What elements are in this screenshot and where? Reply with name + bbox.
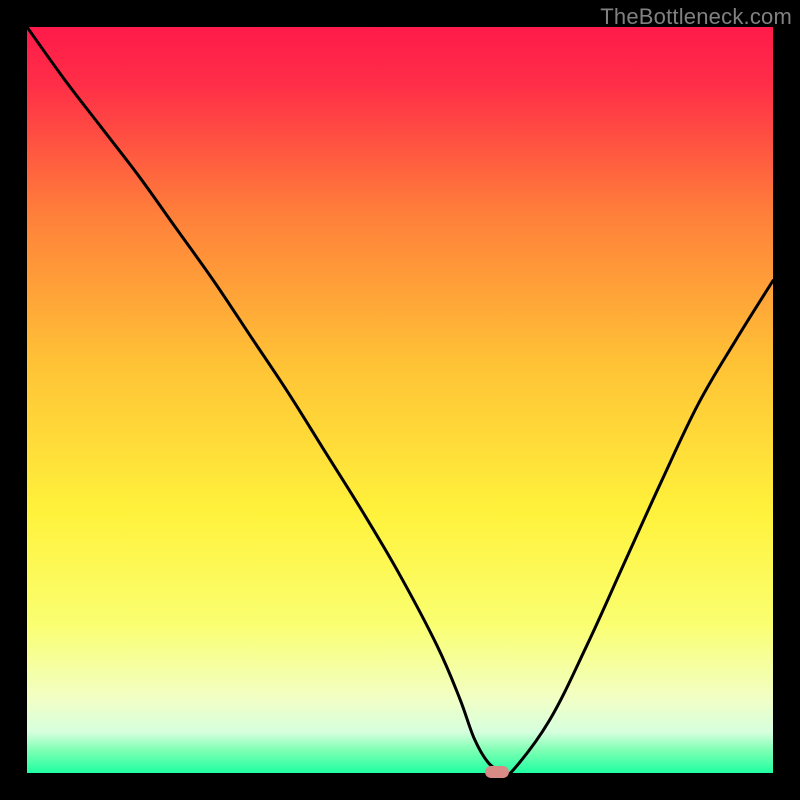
watermark-text: TheBottleneck.com (600, 4, 792, 30)
chart-container: TheBottleneck.com (0, 0, 800, 800)
bottleneck-chart (0, 0, 800, 800)
optimal-point-marker (485, 766, 509, 778)
plot-background (27, 27, 773, 773)
